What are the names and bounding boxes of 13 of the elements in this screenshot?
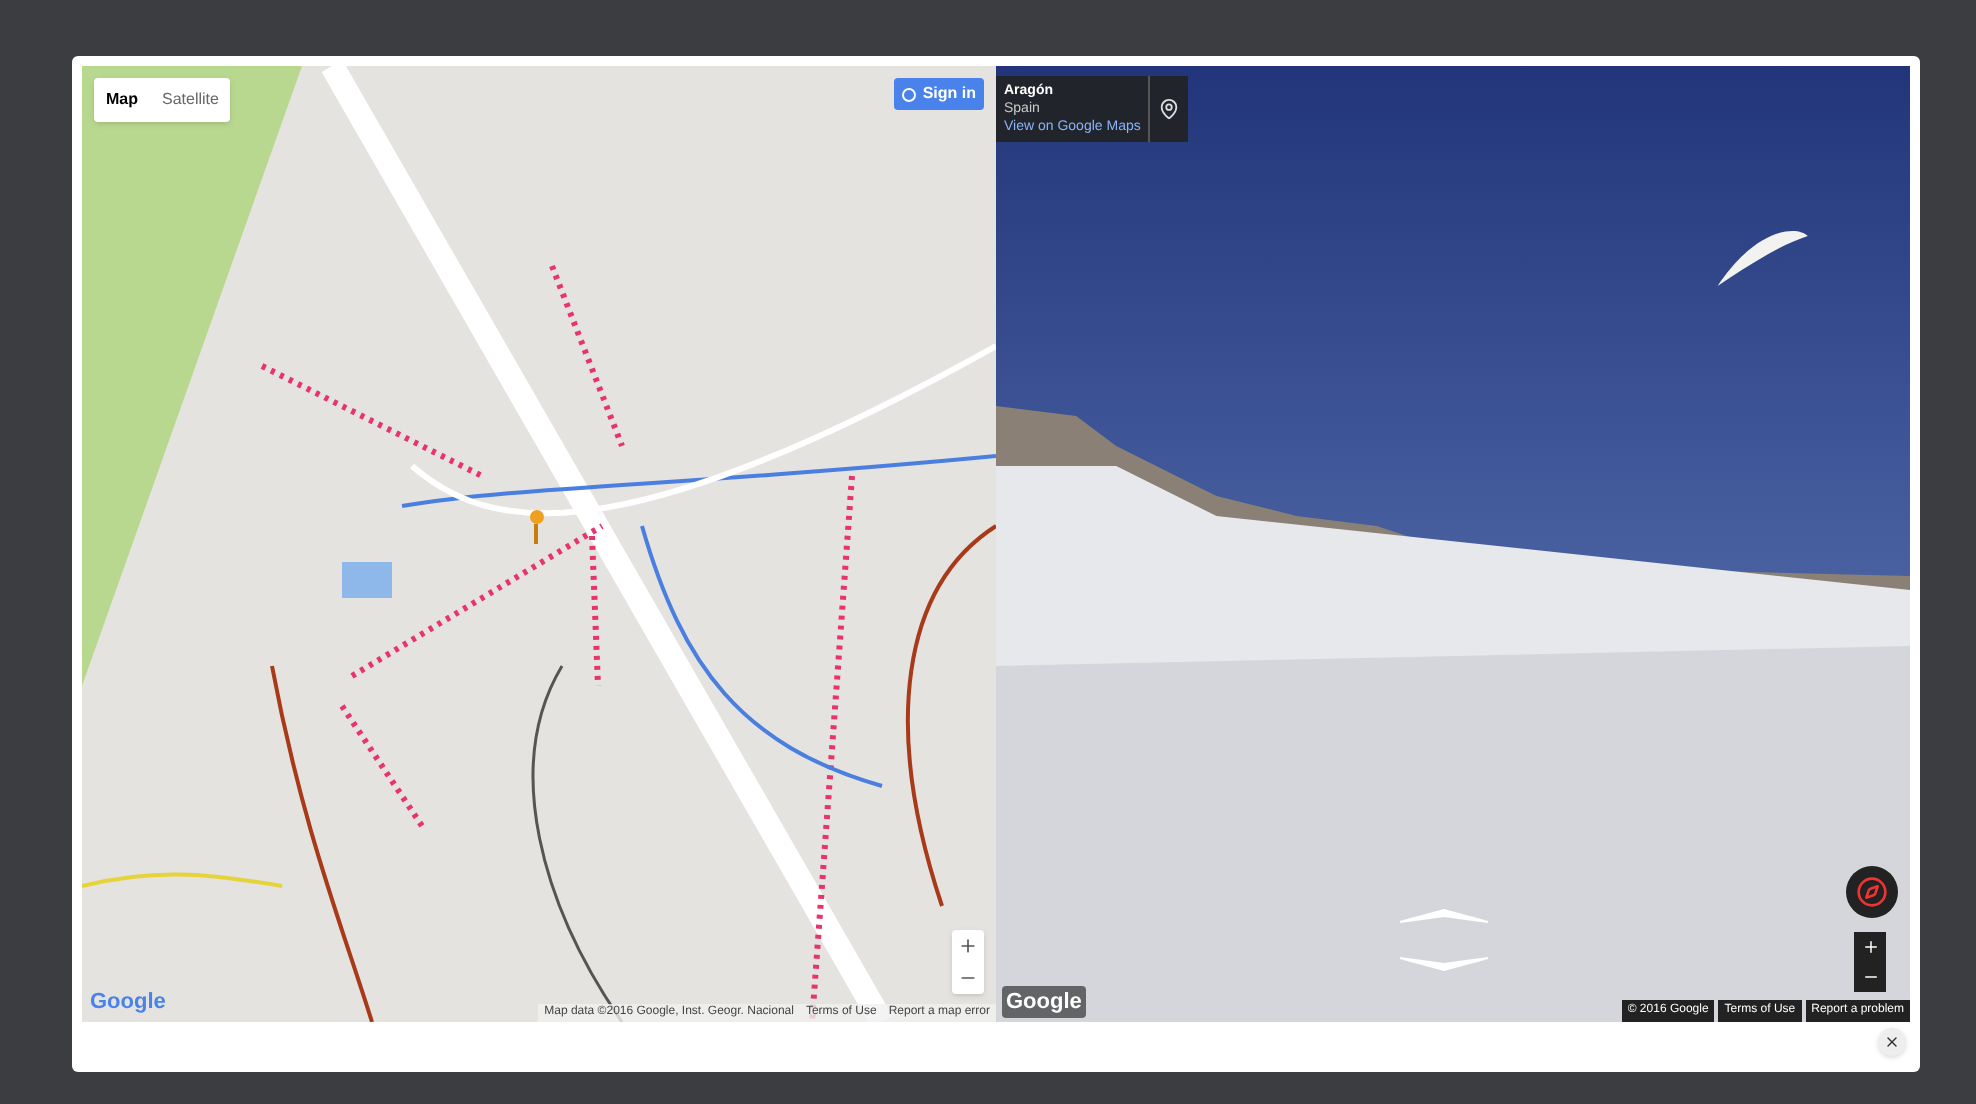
sign-in-button[interactable]: Sign in [894, 78, 984, 110]
google-logo: Google [90, 987, 166, 1017]
map-type-tab[interactable]: Map [94, 78, 150, 122]
location-pin-icon[interactable] [1158, 98, 1181, 120]
close-icon [1884, 1034, 1900, 1050]
g-icon [902, 87, 917, 101]
plus-icon [1861, 938, 1879, 956]
map-type-tab[interactable]: Satellite [150, 78, 231, 122]
plus-icon [958, 936, 978, 956]
close-button[interactable] [1878, 1028, 1906, 1056]
google-logo: Google [1002, 985, 1086, 1018]
compass-icon [1856, 876, 1888, 908]
map-pin-icon [528, 510, 544, 546]
